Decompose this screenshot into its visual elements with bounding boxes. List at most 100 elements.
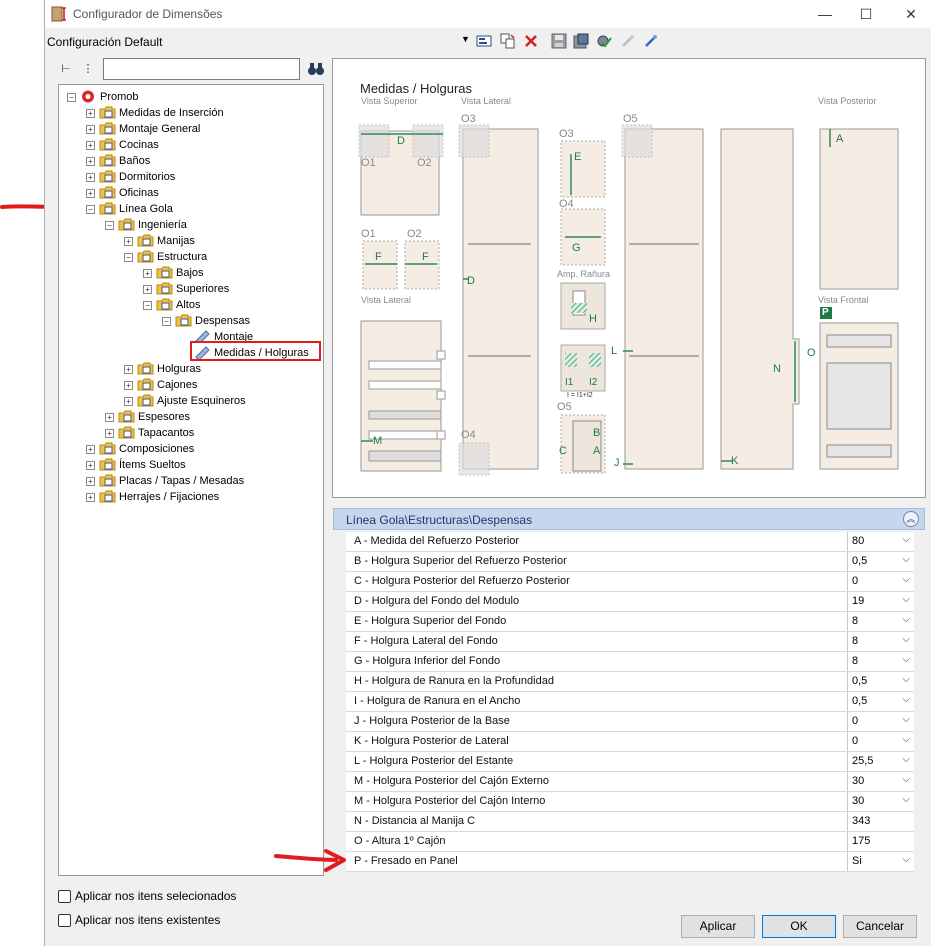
chevron-down-icon[interactable]: ⌵ [902, 754, 910, 765]
property-row[interactable]: E - Holgura Superior del Fondo 8 ⌵ [346, 612, 914, 632]
close-button[interactable]: ✕ [888, 0, 931, 28]
chevron-down-icon[interactable]: ⌵ [902, 714, 910, 725]
chevron-down-icon[interactable]: ⌵ [902, 634, 910, 645]
expand-icon[interactable]: + [105, 429, 114, 438]
folder-icon [99, 186, 116, 199]
property-value-field[interactable]: 343 [847, 812, 914, 831]
expand-icon[interactable]: + [143, 285, 152, 294]
collapse-icon[interactable]: − [162, 317, 171, 326]
expand-icon[interactable]: + [86, 109, 95, 118]
folder-icon [137, 378, 154, 391]
property-value-dropdown[interactable]: 0,5 ⌵ [847, 552, 914, 571]
property-row[interactable]: I - Holgura de Ranura en el Ancho 0,5 ⌵ [346, 692, 914, 712]
chevron-down-icon[interactable]: ⌵ [902, 674, 910, 685]
property-row[interactable]: M - Holgura Posterior del Cajón Interno 3… [346, 792, 914, 812]
configuration-select[interactable]: Configuración Default [47, 35, 162, 49]
property-value-dropdown[interactable]: 8 ⌵ [847, 632, 914, 651]
chevron-down-icon[interactable]: ⌵ [902, 554, 910, 565]
property-row[interactable]: J - Holgura Posterior de la Base 0 ⌵ [346, 712, 914, 732]
settings-check-icon[interactable] [596, 33, 612, 49]
property-row[interactable]: N - Distancia al Manija C 343 [346, 812, 914, 832]
apply-selected-checkbox[interactable] [58, 890, 71, 903]
expand-icon[interactable]: + [86, 125, 95, 134]
expand-icon[interactable]: + [124, 397, 133, 406]
chevron-down-icon[interactable]: ⌵ [902, 654, 910, 665]
link-icon[interactable] [643, 33, 659, 49]
apply-button[interactable]: Aplicar [681, 915, 755, 938]
expand-icon[interactable]: + [105, 413, 114, 422]
collapse-icon[interactable]: − [143, 301, 152, 310]
expand-icon[interactable]: + [86, 141, 95, 150]
property-value-dropdown[interactable]: 30 ⌵ [847, 772, 914, 791]
expand-icon[interactable]: + [124, 365, 133, 374]
ok-button[interactable]: OK [762, 915, 836, 938]
chevron-down-icon[interactable]: ⌵ [902, 614, 910, 625]
binoculars-search-icon[interactable] [307, 60, 325, 78]
property-value-dropdown[interactable]: 0 ⌵ [847, 572, 914, 591]
property-value-dropdown[interactable]: 8 ⌵ [847, 612, 914, 631]
collapse-icon[interactable]: − [105, 221, 114, 230]
property-value-dropdown[interactable]: 19 ⌵ [847, 592, 914, 611]
save-as-icon[interactable] [573, 33, 589, 49]
collapse-chevron-icon[interactable]: ︽ [903, 511, 919, 527]
configuration-dropdown-icon[interactable]: ▼ [461, 34, 470, 44]
save-icon[interactable] [551, 33, 567, 49]
collapse-tree-icon[interactable]: ⋮ [79, 60, 97, 78]
collapse-icon[interactable]: − [67, 93, 76, 102]
apply-existing-checkbox[interactable] [58, 914, 71, 927]
expand-icon[interactable]: + [86, 173, 95, 182]
property-value-dropdown[interactable]: 30 ⌵ [847, 792, 914, 811]
chevron-down-icon[interactable]: ⌵ [902, 694, 910, 705]
property-row[interactable]: K - Holgura Posterior de Lateral 0 ⌵ [346, 732, 914, 752]
property-value-dropdown[interactable]: 0 ⌵ [847, 712, 914, 731]
property-row[interactable]: D - Holgura del Fondo del Modulo 19 ⌵ [346, 592, 914, 612]
expand-icon[interactable]: + [86, 461, 95, 470]
property-value-dropdown[interactable]: 25,5 ⌵ [847, 752, 914, 771]
property-row[interactable]: F - Holgura Lateral del Fondo 8 ⌵ [346, 632, 914, 652]
property-value-dropdown[interactable]: 80 ⌵ [847, 532, 914, 551]
property-value-dropdown[interactable]: 0,5 ⌵ [847, 692, 914, 711]
expand-icon[interactable]: + [86, 189, 95, 198]
property-value-field[interactable]: 175 [847, 832, 914, 851]
property-row[interactable]: G - Holgura Inferior del Fondo 8 ⌵ [346, 652, 914, 672]
chevron-down-icon[interactable]: ⌵ [902, 574, 910, 585]
chevron-down-icon[interactable]: ⌵ [902, 854, 910, 865]
tree-search-input[interactable] [103, 58, 300, 80]
property-row[interactable]: H - Holgura de Ranura en la Profundidad 0… [346, 672, 914, 692]
link-disabled-icon[interactable] [620, 33, 636, 49]
expand-tree-icon[interactable]: ⊢ [57, 60, 75, 78]
property-value-dropdown[interactable]: 8 ⌵ [847, 652, 914, 671]
maximize-button[interactable]: ☐ [843, 0, 889, 28]
chevron-down-icon[interactable]: ⌵ [902, 594, 910, 605]
expand-icon[interactable]: + [124, 381, 133, 390]
expand-icon[interactable]: + [86, 157, 95, 166]
cancel-button[interactable]: Cancelar [843, 915, 917, 938]
delete-config-icon[interactable] [523, 33, 539, 49]
property-value-dropdown[interactable]: 0 ⌵ [847, 732, 914, 751]
collapse-icon[interactable]: − [86, 205, 95, 214]
copy-config-icon[interactable] [500, 33, 516, 49]
property-category-header[interactable]: Línea Gola\Estructuras\Despensas ︽ [333, 508, 925, 530]
minimize-button[interactable]: — [802, 0, 848, 28]
expand-icon[interactable]: + [143, 269, 152, 278]
tree-node-label: Línea Gola [119, 203, 173, 215]
property-value-dropdown[interactable]: 0,5 ⌵ [847, 672, 914, 691]
chevron-down-icon[interactable]: ⌵ [902, 534, 910, 545]
chevron-down-icon[interactable]: ⌵ [902, 734, 910, 745]
expand-icon[interactable]: + [86, 477, 95, 486]
collapse-icon[interactable]: − [124, 253, 133, 262]
chevron-down-icon[interactable]: ⌵ [902, 774, 910, 785]
property-row[interactable]: C - Holgura Posterior del Refuerzo Poste… [346, 572, 914, 592]
expand-icon[interactable]: + [86, 445, 95, 454]
expand-icon[interactable]: + [86, 493, 95, 502]
property-row[interactable]: A - Medida del Refuerzo Posterior 80 ⌵ [346, 532, 914, 552]
property-row[interactable]: L - Holgura Posterior del Estante 25,5 ⌵ [346, 752, 914, 772]
property-value-dropdown[interactable]: Si ⌵ [847, 852, 914, 871]
properties-icon[interactable] [476, 33, 492, 49]
chevron-down-icon[interactable]: ⌵ [902, 794, 910, 805]
property-row[interactable]: O - Altura 1º Cajón 175 [346, 832, 914, 852]
property-row[interactable]: P - Fresado en Panel Si ⌵ [346, 852, 914, 872]
property-row[interactable]: B - Holgura Superior del Refuerzo Poster… [346, 552, 914, 572]
property-row[interactable]: M - Holgura Posterior del Cajón Externo 3… [346, 772, 914, 792]
expand-icon[interactable]: + [124, 237, 133, 246]
